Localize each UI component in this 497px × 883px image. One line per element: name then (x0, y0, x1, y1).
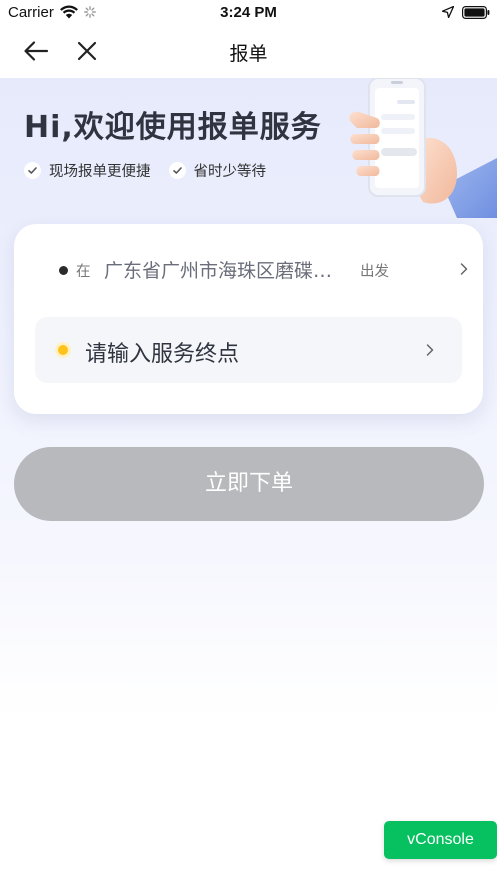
feature-label: 现场报单更便捷 (49, 164, 151, 180)
welcome-heading: Hi,欢迎使用报单服务 (24, 110, 322, 145)
chevron-right-icon (426, 344, 434, 356)
feature-item: 省时少等待 (168, 160, 267, 181)
destination-dot-icon (55, 342, 71, 358)
page-title: 报单 (229, 43, 268, 65)
feature-label: 省时少等待 (193, 164, 267, 180)
hand-holding-phone-illustration (349, 78, 497, 218)
origin-prefix: 在 (76, 264, 91, 280)
feature-list: 现场报单更便捷 省时少等待 (24, 160, 266, 181)
check-icon (168, 162, 186, 179)
status-time: 3:24 PM (220, 4, 277, 21)
destination-input[interactable]: 请输入服务终点 (35, 317, 462, 383)
location-arrow-icon (442, 6, 454, 18)
status-bar: Carrier 3:24 PM (0, 0, 497, 26)
address-card: 在 广东省广州市海珠区磨碟… 出发 请输入服务终点 (14, 224, 483, 414)
destination-placeholder: 请输入服务终点 (85, 342, 240, 367)
feature-item: 现场报单更便捷 (24, 160, 151, 181)
origin-dot-icon (59, 266, 68, 275)
place-order-button[interactable]: 立即下单 (14, 447, 484, 521)
origin-row[interactable]: 在 广东省广州市海珠区磨碟… 出发 (14, 244, 483, 296)
check-icon (24, 162, 41, 179)
origin-suffix: 出发 (360, 264, 389, 280)
origin-address: 广东省广州市海珠区磨碟… (104, 260, 333, 282)
chevron-right-icon (460, 263, 468, 275)
vconsole-button[interactable]: vConsole (384, 821, 497, 859)
nav-bar: 报单 (0, 26, 497, 78)
battery-icon (462, 6, 490, 19)
